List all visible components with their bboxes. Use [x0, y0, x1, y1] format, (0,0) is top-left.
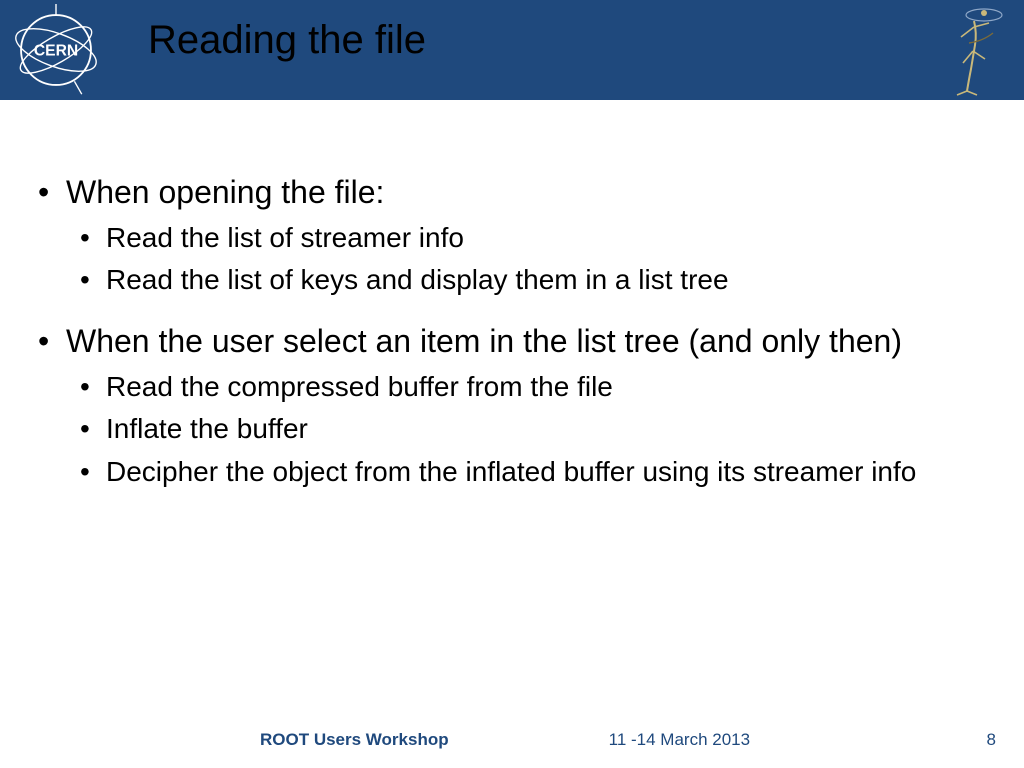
- slide-title: Reading the file: [148, 18, 426, 63]
- bullet-level1: When opening the file:: [38, 172, 986, 212]
- bullet-level2: Read the list of keys and display them i…: [38, 262, 986, 298]
- footer-date: 11 -14 March 2013: [609, 730, 750, 750]
- bullet-level1: When the user select an item in the list…: [38, 321, 986, 361]
- cern-logo-text: CERN: [34, 43, 78, 60]
- bullet-level2: Read the list of streamer info: [38, 220, 986, 256]
- footer-venue: ROOT Users Workshop: [260, 730, 449, 750]
- footer: ROOT Users Workshop 11 -14 March 2013 8: [0, 730, 1024, 750]
- slide-title-wrap: Reading the file: [148, 18, 426, 63]
- slide: CERN Reading the file When opening the f…: [0, 0, 1024, 768]
- root-logo: [934, 2, 1014, 98]
- cern-logo: CERN: [10, 4, 102, 101]
- bullet-level2: Inflate the buffer: [38, 411, 986, 447]
- root-figure-icon: [939, 3, 1009, 97]
- page-number: 8: [987, 730, 996, 750]
- bullet-level2: Read the compressed buffer from the file: [38, 369, 986, 405]
- bullet-level2: Decipher the object from the inflated bu…: [38, 454, 986, 490]
- cern-logo-icon: CERN: [10, 4, 102, 96]
- content-body: When opening the file: Read the list of …: [38, 150, 986, 490]
